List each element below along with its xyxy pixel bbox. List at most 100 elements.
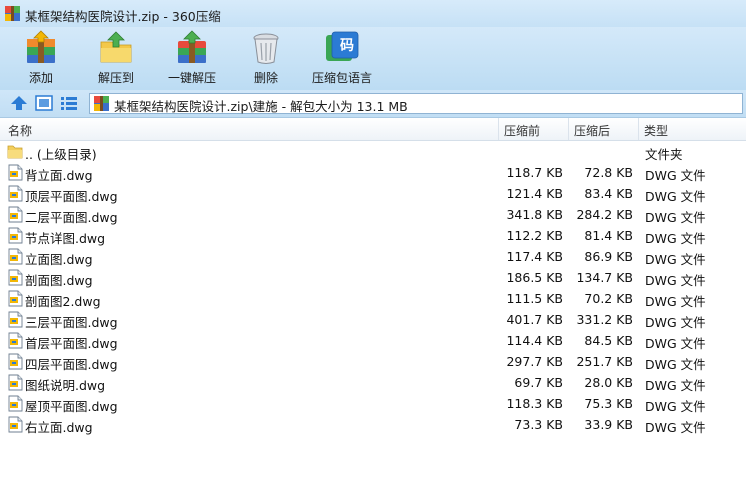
file-size: 341.8 KB <box>506 207 563 222</box>
column-divider[interactable] <box>638 118 639 140</box>
column-header-packed[interactable]: 压缩后 <box>574 122 610 139</box>
file-type: DWG 文件 <box>645 189 706 204</box>
file-name: 图纸说明.dwg <box>25 378 106 393</box>
parent-directory-row[interactable]: .. (上级目录) 文件夹 <box>0 141 746 162</box>
one-click-extract-button[interactable]: 一键解压 <box>163 27 221 89</box>
file-type: DWG 文件 <box>645 168 706 183</box>
file-size: 117.4 KB <box>506 249 563 264</box>
column-header-name[interactable]: 名称 <box>8 122 32 139</box>
parent-directory-type: 文件夹 <box>645 147 683 162</box>
dwg-file-icon <box>8 269 23 286</box>
thumbnail-view-icon[interactable] <box>35 95 53 111</box>
extract-to-button[interactable]: 解压到 <box>88 27 144 89</box>
file-name: 二层平面图.dwg <box>25 210 118 225</box>
delete-trash-icon <box>253 33 279 64</box>
table-row[interactable]: 右立面.dwg 73.3 KB 33.9 KB DWG 文件 <box>0 414 746 435</box>
dwg-file-icon <box>8 185 23 202</box>
file-type: DWG 文件 <box>645 399 706 414</box>
extract-to-icon <box>100 31 132 63</box>
table-row[interactable]: 三层平面图.dwg 401.7 KB 331.2 KB DWG 文件 <box>0 309 746 330</box>
file-size: 111.5 KB <box>506 291 563 306</box>
file-type: DWG 文件 <box>645 231 706 246</box>
file-size: 73.3 KB <box>514 417 563 432</box>
file-type: DWG 文件 <box>645 315 706 330</box>
file-type: DWG 文件 <box>645 357 706 372</box>
one-click-extract-icon <box>178 30 206 63</box>
dwg-file-icon <box>8 374 23 391</box>
delete-label: 删除 <box>253 71 278 85</box>
path-text: 某框架结构医院设计.zip\建施 - 解包大小为 13.1 MB <box>114 99 408 114</box>
file-packed-size: 70.2 KB <box>584 291 633 306</box>
dwg-file-icon <box>8 290 23 307</box>
folder-icon <box>7 145 23 159</box>
file-size: 401.7 KB <box>506 312 563 327</box>
delete-button[interactable]: 删除 <box>240 27 292 89</box>
file-size: 112.2 KB <box>506 228 563 243</box>
file-type: DWG 文件 <box>645 252 706 267</box>
table-row[interactable]: 立面图.dwg 117.4 KB 86.9 KB DWG 文件 <box>0 246 746 267</box>
file-size: 297.7 KB <box>506 354 563 369</box>
file-packed-size: 134.7 KB <box>576 270 633 285</box>
column-header-type[interactable]: 类型 <box>644 122 668 139</box>
dwg-file-icon <box>8 311 23 328</box>
file-name: 顶层平面图.dwg <box>25 189 118 204</box>
column-divider[interactable] <box>498 118 499 140</box>
toolbar: 添加 解压到 一键解压 删除 码 压缩包语言 <box>0 27 746 90</box>
table-row[interactable]: 屋顶平面图.dwg 118.3 KB 75.3 KB DWG 文件 <box>0 393 746 414</box>
column-divider[interactable] <box>568 118 569 140</box>
file-name: 首层平面图.dwg <box>25 336 118 351</box>
file-packed-size: 284.2 KB <box>576 207 633 222</box>
table-row[interactable]: 顶层平面图.dwg 121.4 KB 83.4 KB DWG 文件 <box>0 183 746 204</box>
table-row[interactable]: 二层平面图.dwg 341.8 KB 284.2 KB DWG 文件 <box>0 204 746 225</box>
up-arrow-icon[interactable] <box>10 95 28 111</box>
file-name: 剖面图.dwg <box>25 273 93 288</box>
file-size: 121.4 KB <box>506 186 563 201</box>
table-row[interactable]: 背立面.dwg 118.7 KB 72.8 KB DWG 文件 <box>0 162 746 183</box>
file-size: 186.5 KB <box>506 270 563 285</box>
dwg-file-icon <box>8 164 23 181</box>
file-name: 三层平面图.dwg <box>25 315 118 330</box>
title-bar: 某框架结构医院设计.zip - 360压缩 <box>0 0 746 28</box>
dwg-file-icon <box>8 353 23 370</box>
table-row[interactable]: 首层平面图.dwg 114.4 KB 84.5 KB DWG 文件 <box>0 330 746 351</box>
parent-directory-name: .. (上级目录) <box>25 147 97 162</box>
file-packed-size: 72.8 KB <box>584 165 633 180</box>
archive-language-label: 压缩包语言 <box>311 71 372 85</box>
file-type: DWG 文件 <box>645 336 706 351</box>
file-type: DWG 文件 <box>645 273 706 288</box>
table-row[interactable]: 图纸说明.dwg 69.7 KB 28.0 KB DWG 文件 <box>0 372 746 393</box>
table-row[interactable]: 剖面图2.dwg 111.5 KB 70.2 KB DWG 文件 <box>0 288 746 309</box>
dwg-file-icon <box>8 206 23 223</box>
list-view-icon[interactable] <box>60 95 78 111</box>
one-click-extract-label: 一键解压 <box>167 71 216 85</box>
path-field[interactable]: 某框架结构医院设计.zip\建施 - 解包大小为 13.1 MB <box>89 93 743 114</box>
file-type: DWG 文件 <box>645 294 706 309</box>
file-size: 114.4 KB <box>506 333 563 348</box>
file-size: 118.3 KB <box>506 396 563 411</box>
dwg-file-icon <box>8 416 23 433</box>
column-header-size[interactable]: 压缩前 <box>504 122 540 139</box>
table-row[interactable]: 四层平面图.dwg 297.7 KB 251.7 KB DWG 文件 <box>0 351 746 372</box>
file-name: 屋顶平面图.dwg <box>25 399 118 414</box>
file-packed-size: 81.4 KB <box>584 228 633 243</box>
file-packed-size: 86.9 KB <box>584 249 633 264</box>
file-name: 节点详图.dwg <box>25 231 106 246</box>
table-row[interactable]: 节点详图.dwg 112.2 KB 81.4 KB DWG 文件 <box>0 225 746 246</box>
file-packed-size: 331.2 KB <box>576 312 633 327</box>
add-button-label: 添加 <box>28 71 53 85</box>
table-row[interactable]: 剖面图.dwg 186.5 KB 134.7 KB DWG 文件 <box>0 267 746 288</box>
file-packed-size: 75.3 KB <box>584 396 633 411</box>
file-type: DWG 文件 <box>645 210 706 225</box>
file-type: DWG 文件 <box>645 420 706 435</box>
file-list: 名称 压缩前 压缩后 类型 .. (上级目录) 文件夹 背立面.dwg 118.7… <box>0 118 746 490</box>
file-packed-size: 28.0 KB <box>584 375 633 390</box>
add-button[interactable]: 添加 <box>14 27 68 89</box>
archive-language-button[interactable]: 码 压缩包语言 <box>308 27 376 89</box>
dwg-file-icon <box>8 395 23 412</box>
file-type: DWG 文件 <box>645 378 706 393</box>
file-packed-size: 83.4 KB <box>584 186 633 201</box>
file-name: 右立面.dwg <box>25 420 93 435</box>
dwg-file-icon <box>8 248 23 265</box>
add-archive-icon <box>27 30 55 63</box>
file-packed-size: 84.5 KB <box>584 333 633 348</box>
